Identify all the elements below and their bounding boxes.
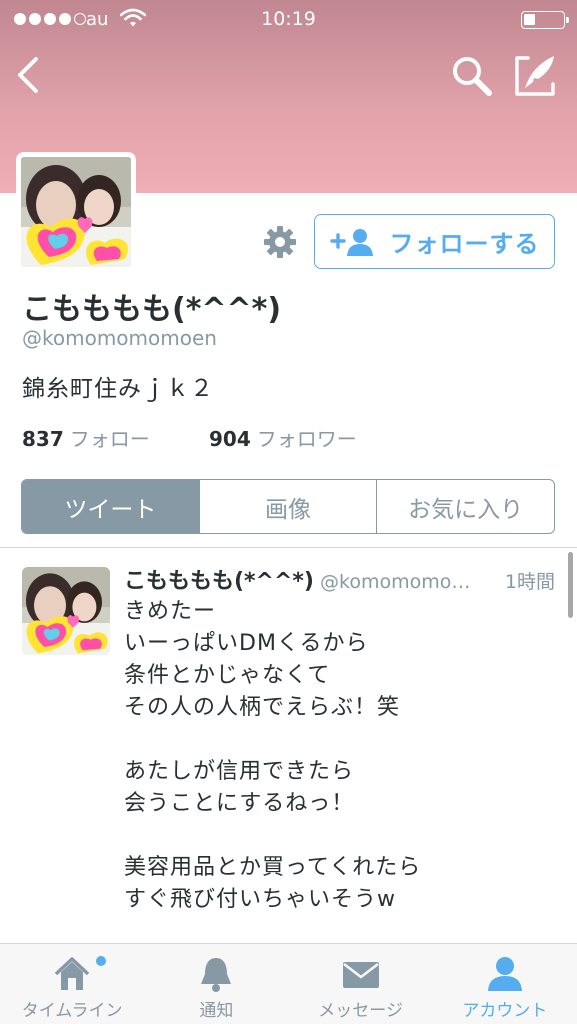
tab-account[interactable]: アカウント — [433, 944, 577, 1024]
tweet-timestamp: 1時間 — [504, 571, 555, 593]
profile-screen-name: @komomomomoen — [22, 326, 217, 350]
profile-avatar[interactable] — [16, 152, 136, 272]
divider — [0, 547, 577, 548]
battery-icon — [521, 11, 569, 29]
envelope-icon — [342, 962, 379, 988]
profile-bio: 錦糸町住みｊｋ２ — [22, 376, 214, 402]
tweet-author-name[interactable]: こもももも(*^^*) — [124, 569, 314, 594]
tweet-text-line: 美容用品とか買ってくれたら — [124, 855, 422, 880]
tab-messages[interactable]: メッセージ — [289, 944, 433, 1024]
tweet-text-line: いーっぱいDMくるから — [124, 631, 369, 656]
status-bar: au 10:19 — [0, 0, 577, 38]
tweet-text-line: 条件とかじゃなくて — [124, 663, 331, 688]
segment-tweets[interactable]: ツイート — [22, 480, 199, 533]
segment-favorites[interactable]: お気に入り — [376, 480, 554, 533]
following-stat[interactable]: 837 フォロー — [22, 423, 150, 452]
segment-media[interactable]: 画像 — [198, 480, 377, 533]
tweet-author-handle: @komomomo… — [320, 571, 471, 593]
tweet-text-line: すぐ飛び付いちゃいそうw — [124, 887, 396, 912]
tweet-text-line: その人の人柄でえらぶ！笑 — [124, 695, 401, 720]
following-count: 837 — [22, 427, 64, 451]
tab-account-label: アカウント — [462, 1001, 548, 1021]
tweet-text-line: あたしが信用できたら — [124, 759, 355, 784]
add-user-icon — [329, 228, 373, 256]
chevron-left-icon[interactable] — [12, 55, 46, 95]
tweet-text-line: 会うことにするねっ！ — [124, 791, 355, 816]
follow-button-label: フォローする — [389, 230, 540, 258]
tweet-text-line: きめたー — [124, 599, 217, 624]
following-label: フォロー — [69, 427, 150, 451]
scrollbar[interactable] — [568, 552, 573, 618]
bottom-tab-bar: タイムライン 通知 メッセージ アカウント — [0, 943, 577, 1024]
followers-count: 904 — [209, 427, 251, 451]
tab-notifications[interactable]: 通知 — [144, 944, 288, 1024]
person-icon — [487, 957, 522, 991]
tab-timeline-label: タイムライン — [21, 1001, 123, 1021]
gear-icon[interactable] — [262, 224, 298, 260]
followers-stat[interactable]: 904 フォロワー — [209, 423, 357, 452]
status-time: 10:19 — [261, 8, 316, 30]
search-icon[interactable] — [450, 54, 494, 98]
profile-display-name: こもももも(*^^*) — [22, 292, 282, 327]
unread-badge — [96, 956, 106, 966]
tweet-header: こもももも(*^^*) @komomomo… — [124, 563, 554, 595]
tweet-text-line — [124, 820, 554, 852]
avatar-photo — [21, 157, 131, 267]
follow-button[interactable]: フォローする — [314, 214, 555, 269]
tab-messages-label: メッセージ — [318, 1001, 403, 1021]
bell-icon — [201, 958, 232, 992]
home-icon — [54, 957, 90, 990]
tweet-text[interactable]: きめたー いーっぱいDMくるから 条件とかじゃなくて その人の人柄でえらぶ！笑 … — [124, 596, 554, 916]
followers-label: フォロワー — [256, 427, 357, 451]
profile-segmented-control: ツイート 画像 お気に入り — [21, 479, 555, 534]
avatar-photo — [22, 567, 110, 655]
tweet-avatar[interactable] — [22, 567, 110, 655]
tab-timeline[interactable]: タイムライン — [0, 944, 144, 1024]
tab-notifications-label: 通知 — [199, 1001, 234, 1021]
compose-icon[interactable] — [512, 52, 560, 98]
tweet-text-line — [124, 724, 554, 756]
